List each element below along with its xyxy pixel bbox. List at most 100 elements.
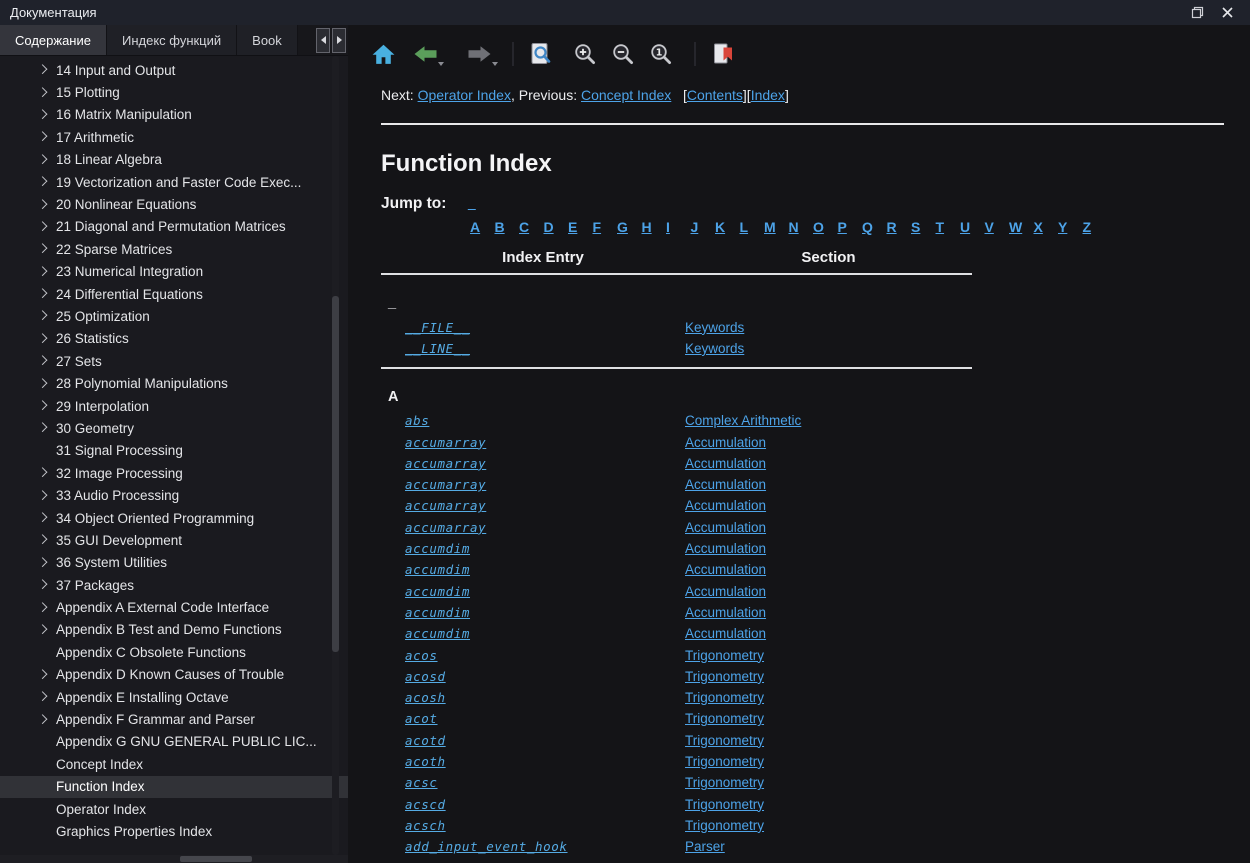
- jump-letter-F[interactable]: F: [593, 219, 618, 235]
- function-link[interactable]: accumdim: [405, 605, 470, 620]
- jump-letter-G[interactable]: G: [617, 219, 642, 235]
- function-link[interactable]: acos: [405, 648, 438, 663]
- sidebar-item[interactable]: 28 Polynomial Manipulations: [0, 372, 348, 394]
- function-link[interactable]: acoth: [405, 754, 446, 769]
- section-link[interactable]: Accumulation: [685, 562, 766, 577]
- sidebar-item[interactable]: Appendix F Grammar and Parser: [0, 708, 348, 730]
- window-titlebar[interactable]: Документация: [0, 0, 1250, 25]
- function-link[interactable]: __FILE__: [405, 320, 470, 335]
- chevron-right-icon[interactable]: [38, 221, 48, 231]
- jump-letter-R[interactable]: R: [887, 219, 912, 235]
- chevron-right-icon[interactable]: [38, 691, 48, 701]
- chevron-right-icon[interactable]: [38, 624, 48, 634]
- jump-letter-J[interactable]: J: [691, 219, 716, 235]
- sidebar-item[interactable]: 18 Linear Algebra: [0, 149, 348, 171]
- jump-letter-M[interactable]: M: [764, 219, 789, 235]
- section-link[interactable]: Trigonometry: [685, 690, 764, 705]
- function-link[interactable]: accumdim: [405, 626, 470, 641]
- jump-letter-X[interactable]: X: [1034, 219, 1059, 235]
- sidebar-item[interactable]: 30 Geometry: [0, 417, 348, 439]
- nav-link[interactable]: Concept Index: [581, 87, 671, 103]
- sidebar-item[interactable]: 24 Differential Equations: [0, 283, 348, 305]
- jump-letter-Q[interactable]: Q: [862, 219, 887, 235]
- tab-scroll-right-button[interactable]: [332, 28, 346, 53]
- chevron-right-icon[interactable]: [38, 423, 48, 433]
- chevron-right-icon[interactable]: [38, 87, 48, 97]
- restore-window-button[interactable]: [1184, 2, 1210, 24]
- chevron-right-icon[interactable]: [38, 535, 48, 545]
- chevron-right-icon[interactable]: [38, 378, 48, 388]
- section-link[interactable]: Trigonometry: [685, 818, 764, 833]
- chevron-right-icon[interactable]: [38, 400, 48, 410]
- chevron-right-icon[interactable]: [38, 467, 48, 477]
- jump-letter-T[interactable]: T: [936, 219, 961, 235]
- zoom-out-button[interactable]: [608, 39, 638, 69]
- function-link[interactable]: accumdim: [405, 541, 470, 556]
- function-link[interactable]: acotd: [405, 733, 446, 748]
- chevron-right-icon[interactable]: [38, 557, 48, 567]
- section-link[interactable]: Complex Arithmetic: [685, 413, 801, 428]
- jump-letter-U[interactable]: U: [960, 219, 985, 235]
- sidebar-item[interactable]: 37 Packages: [0, 574, 348, 596]
- tab-scroll-left-button[interactable]: [316, 28, 330, 53]
- sidebar-item[interactable]: 23 Numerical Integration: [0, 261, 348, 283]
- nav-link[interactable]: Index: [751, 87, 785, 103]
- chevron-right-icon[interactable]: [38, 602, 48, 612]
- chevron-right-icon[interactable]: [38, 288, 48, 298]
- nav-link[interactable]: Contents: [687, 87, 743, 103]
- find-button[interactable]: [526, 39, 556, 69]
- tab-function-index[interactable]: Индекс функций: [107, 25, 237, 55]
- sidebar-item[interactable]: 29 Interpolation: [0, 395, 348, 417]
- jump-letter-N[interactable]: N: [789, 219, 814, 235]
- chevron-right-icon[interactable]: [38, 333, 48, 343]
- sidebar-item[interactable]: 15 Plotting: [0, 81, 348, 103]
- section-link[interactable]: Accumulation: [685, 541, 766, 556]
- sidebar-horizontal-scrollbar[interactable]: [0, 855, 348, 863]
- section-link[interactable]: Accumulation: [685, 584, 766, 599]
- sidebar-item[interactable]: 32 Image Processing: [0, 462, 348, 484]
- chevron-right-icon[interactable]: [38, 64, 48, 74]
- sidebar-item[interactable]: 19 Vectorization and Faster Code Exec...: [0, 171, 348, 193]
- chevron-right-icon[interactable]: [38, 714, 48, 724]
- back-button[interactable]: [410, 39, 440, 69]
- section-link[interactable]: Accumulation: [685, 498, 766, 513]
- sidebar-item[interactable]: Function Index: [0, 776, 348, 798]
- section-link[interactable]: Trigonometry: [685, 797, 764, 812]
- jump-letter-K[interactable]: K: [715, 219, 740, 235]
- sidebar-item[interactable]: 26 Statistics: [0, 328, 348, 350]
- function-link[interactable]: acsc: [405, 775, 438, 790]
- chevron-right-icon[interactable]: [38, 154, 48, 164]
- chevron-right-icon[interactable]: [38, 199, 48, 209]
- chevron-right-icon[interactable]: [38, 311, 48, 321]
- sidebar-item[interactable]: 16 Matrix Manipulation: [0, 104, 348, 126]
- sidebar-item[interactable]: 14 Input and Output: [0, 59, 348, 81]
- nav-link[interactable]: Operator Index: [418, 87, 511, 103]
- section-link[interactable]: Parser: [685, 839, 725, 854]
- sidebar-item[interactable]: Appendix C Obsolete Functions: [0, 641, 348, 663]
- sidebar-item[interactable]: 20 Nonlinear Equations: [0, 193, 348, 215]
- chevron-right-icon[interactable]: [38, 176, 48, 186]
- section-link[interactable]: Accumulation: [685, 435, 766, 450]
- jump-letter-D[interactable]: D: [544, 219, 569, 235]
- function-link[interactable]: accumarray: [405, 477, 486, 492]
- jump-letter-C[interactable]: C: [519, 219, 544, 235]
- sidebar-vertical-scrollbar[interactable]: [332, 56, 339, 855]
- sidebar-item[interactable]: 31 Signal Processing: [0, 440, 348, 462]
- jump-letter-L[interactable]: L: [740, 219, 765, 235]
- sidebar-item[interactable]: Concept Index: [0, 753, 348, 775]
- sidebar-item[interactable]: 22 Sparse Matrices: [0, 238, 348, 260]
- jump-letter-V[interactable]: V: [985, 219, 1010, 235]
- jump-letter-underscore[interactable]: _: [468, 195, 476, 211]
- section-link[interactable]: Keywords: [685, 341, 744, 356]
- chevron-right-icon[interactable]: [38, 669, 48, 679]
- function-link[interactable]: acosh: [405, 690, 446, 705]
- tab-bookmarks[interactable]: Book: [237, 25, 298, 55]
- section-link[interactable]: Accumulation: [685, 456, 766, 471]
- tab-contents[interactable]: Содержание: [0, 25, 107, 55]
- function-link[interactable]: acsch: [405, 818, 446, 833]
- section-link[interactable]: Accumulation: [685, 605, 766, 620]
- sidebar-item[interactable]: Appendix D Known Causes of Trouble: [0, 664, 348, 686]
- function-link[interactable]: accumarray: [405, 456, 486, 471]
- jump-letter-Y[interactable]: Y: [1058, 219, 1083, 235]
- zoom-original-button[interactable]: 1: [646, 39, 676, 69]
